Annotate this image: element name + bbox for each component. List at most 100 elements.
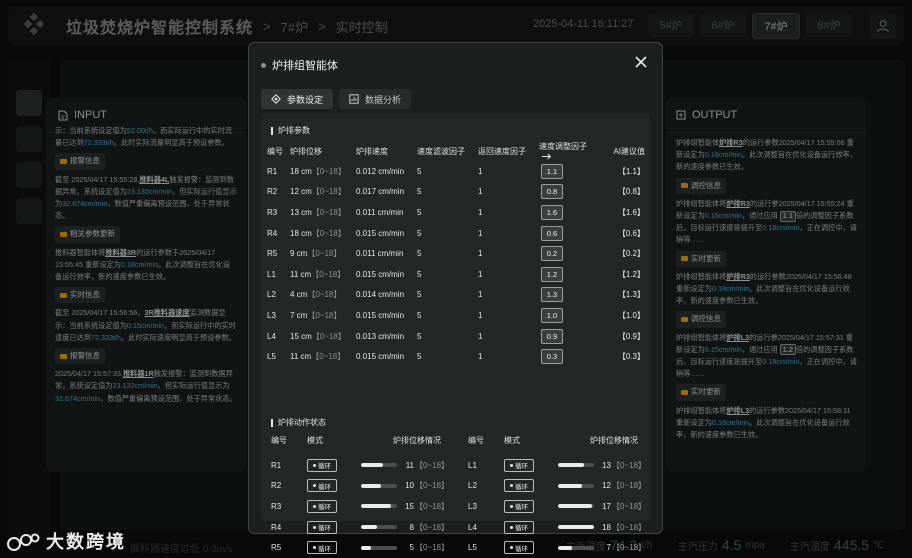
cycle-dot-icon xyxy=(510,484,513,488)
cycle-dot-icon xyxy=(510,525,513,529)
title-dot-icon xyxy=(261,62,266,68)
row-id: R1 xyxy=(267,166,278,176)
arrow-right-icon xyxy=(542,154,552,160)
row-id: L1 xyxy=(267,269,276,279)
row-speed: 0.011 cm/min xyxy=(356,207,404,217)
row-adjust-factor: 0.8 xyxy=(539,182,595,203)
displacement-range: 【0~18】 xyxy=(612,460,647,470)
tab-data-analysis[interactable]: 数据分析 xyxy=(339,89,412,109)
section-title-params: 炉排参数 xyxy=(271,125,310,136)
mode-badge[interactable]: 循环 xyxy=(504,499,534,513)
row-ai-suggestion: 【1.0】 xyxy=(617,310,645,320)
displacement-value: 5 xyxy=(409,543,414,553)
mode-badge[interactable]: 循环 xyxy=(307,541,337,555)
adjust-factor-input[interactable]: 0.2 xyxy=(541,246,563,262)
motion-header-mode-right: 模式 xyxy=(504,436,520,445)
adjust-factor-input[interactable]: 1.1 xyxy=(541,163,563,179)
mode-badge[interactable]: 循环 xyxy=(307,520,337,534)
motion-header-mode-left: 模式 xyxy=(307,436,323,445)
adjust-factor-input[interactable]: 0.8 xyxy=(541,184,563,200)
displacement-bar xyxy=(558,483,594,488)
row-speed: 0.015 cm/min xyxy=(356,228,405,238)
cycle-dot-icon xyxy=(510,504,513,508)
row-position: 15 cm【0~18】 xyxy=(290,331,346,341)
adjust-factor-input[interactable]: 0.3 xyxy=(541,349,563,365)
mode-badge[interactable]: 循环 xyxy=(307,479,337,493)
params-row: L1 11 cm【0~18】 0.015 cm/min 5 1 1.2 【1.2】 xyxy=(267,264,645,285)
displacement-range: 【0~18】 xyxy=(612,501,647,511)
adjust-factor-input[interactable]: 1.6 xyxy=(541,204,563,220)
watermark: 大数跨境 xyxy=(6,528,126,554)
row-ai-suggestion: 【0.8】 xyxy=(617,187,645,197)
row-adjust-factor: 0.6 xyxy=(539,223,595,244)
tab-param-settings[interactable]: 参数设定 xyxy=(261,89,334,109)
cycle-dot-icon xyxy=(313,546,316,550)
cycle-dot-icon xyxy=(313,504,316,508)
row-return-factor: 1 xyxy=(478,269,483,279)
col-header-return: 返回速度因子 xyxy=(478,146,526,156)
row-position: 13 cm【0~18】 xyxy=(290,207,346,217)
row-speed: 0.012 cm/min xyxy=(356,166,405,176)
displacement-value: 13 xyxy=(602,460,611,470)
row-id: L4 xyxy=(267,331,276,341)
displacement-value: 12 xyxy=(602,481,611,491)
motion-id: R2 xyxy=(271,481,282,491)
displacement-range: 【0~18】 xyxy=(415,543,450,553)
displacement-bar xyxy=(558,504,594,509)
row-id: R5 xyxy=(267,249,278,259)
cycle-dot-icon xyxy=(313,484,316,488)
displacement-value: 18 xyxy=(602,522,611,532)
adjust-factor-input[interactable]: 0.9 xyxy=(541,328,563,344)
row-ai-suggestion: 【0.9】 xyxy=(617,331,645,341)
displacement-bar xyxy=(361,525,397,530)
col-header-speed: 炉排速度 xyxy=(356,146,388,156)
row-return-factor: 1 xyxy=(478,290,483,300)
motion-row: R2 循环 10 【0~18】 xyxy=(271,476,449,496)
displacement-bar xyxy=(361,463,397,467)
adjust-factor-input[interactable]: 1.2 xyxy=(541,266,563,282)
params-row: R2 12 cm【0~18】 0.017 cm/min 5 1 0.8 【0.8】 xyxy=(267,182,645,203)
mode-badge[interactable]: 循环 xyxy=(504,520,534,534)
motion-row: L5 循环 7 【0~18】 xyxy=(468,538,646,558)
row-return-factor: 1 xyxy=(478,187,483,197)
mode-badge[interactable]: 循环 xyxy=(307,499,337,513)
displacement-range: 【0~18】 xyxy=(415,481,450,491)
row-return-factor: 1 xyxy=(478,166,483,176)
close-icon[interactable] xyxy=(634,55,648,69)
modal-title: 炉排组智能体 xyxy=(261,57,338,73)
displacement-range: 【0~18】 xyxy=(415,501,450,511)
motion-row: R4 循环 8 【0~18】 xyxy=(271,517,449,537)
settings-diamond-icon xyxy=(271,94,281,104)
displacement-range: 【0~18】 xyxy=(612,522,647,532)
mode-badge[interactable]: 循环 xyxy=(307,458,337,472)
mode-badge[interactable]: 循环 xyxy=(504,479,534,493)
row-position: 18 cm【0~18】 xyxy=(290,228,346,238)
row-ai-suggestion: 【0.2】 xyxy=(617,249,645,259)
displacement-bar xyxy=(361,483,397,488)
row-return-factor: 1 xyxy=(478,352,483,362)
mode-badge[interactable]: 循环 xyxy=(504,458,534,472)
adjust-factor-input[interactable]: 1.3 xyxy=(541,287,563,303)
row-speed: 0.015 cm/min xyxy=(356,310,405,320)
row-filter-factor: 5 xyxy=(417,352,422,362)
row-return-factor: 1 xyxy=(478,331,483,341)
row-adjust-factor: 1.2 xyxy=(539,264,595,285)
row-position: 9 cm【0~18】 xyxy=(290,249,342,259)
displacement-range: 【0~18】 xyxy=(612,543,647,553)
motion-header-disp-left: 炉排位移情况 xyxy=(393,436,441,445)
motion-row: L4 循环 18 【0~18】 xyxy=(468,517,646,537)
row-ai-suggestion: 【1.3】 xyxy=(617,290,645,300)
adjust-factor-input[interactable]: 1.0 xyxy=(541,307,563,323)
motion-id: R5 xyxy=(271,543,282,553)
mode-badge[interactable]: 循环 xyxy=(504,541,534,555)
row-return-factor: 1 xyxy=(478,249,483,259)
param-settings-panel: 炉排参数 编号 炉排位移 炉排速度 速度滤波因子 返回速度因子 速度调整因子 A… xyxy=(261,113,650,555)
adjust-factor-input[interactable]: 0.6 xyxy=(541,225,563,241)
params-table: 编号 炉排位移 炉排速度 速度滤波因子 返回速度因子 速度调整因子 AI建议值 … xyxy=(267,141,645,367)
cycle-dot-icon xyxy=(510,546,513,550)
row-speed: 0.014 cm/min xyxy=(356,290,405,300)
row-adjust-factor: 0.2 xyxy=(539,243,595,264)
col-header-pos: 炉排位移 xyxy=(290,146,322,156)
motion-header-id-left: 编号 xyxy=(271,436,287,445)
row-adjust-factor: 0.9 xyxy=(539,326,595,347)
